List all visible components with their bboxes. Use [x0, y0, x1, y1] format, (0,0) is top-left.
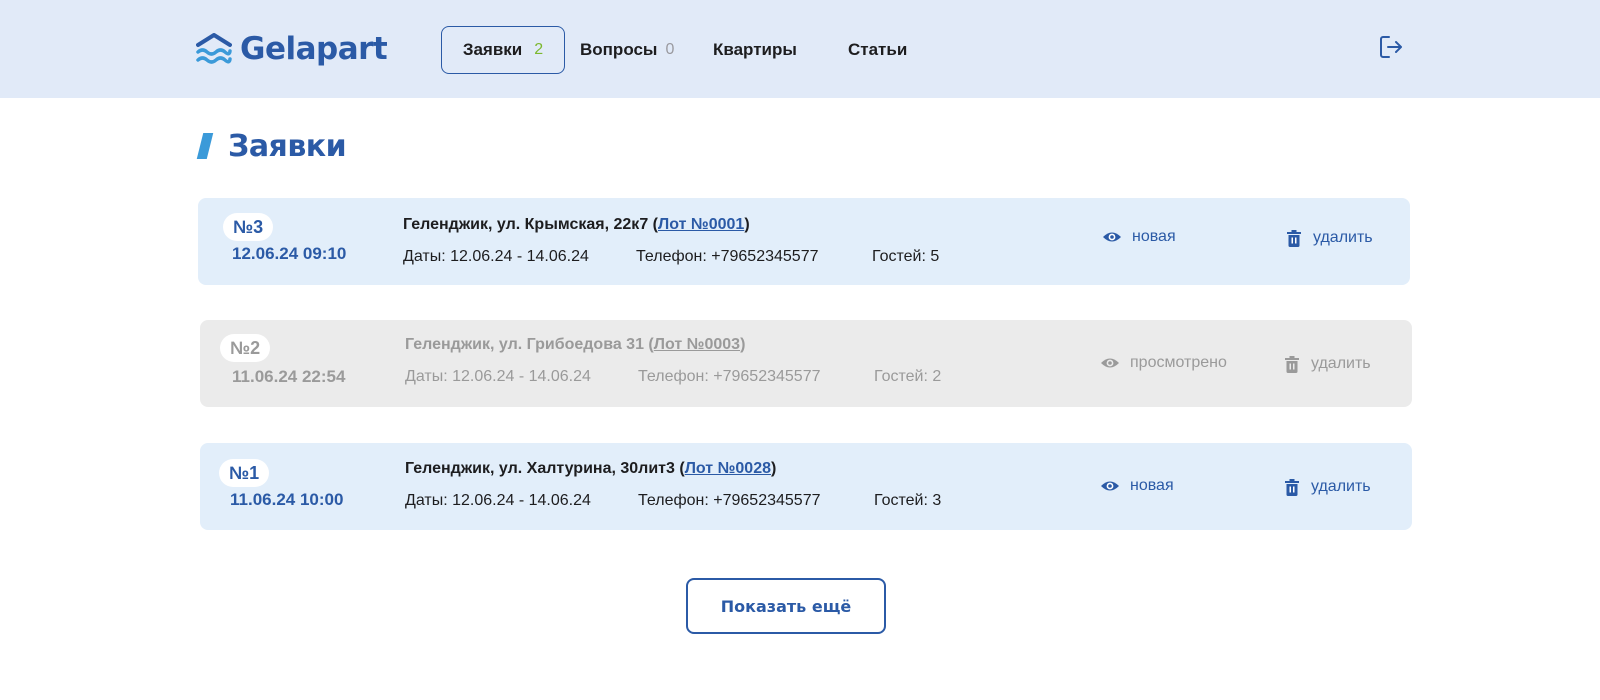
status-label: новая [1132, 228, 1176, 245]
nav-tab-questions[interactable]: Вопросы 0 [580, 26, 674, 74]
lot-link[interactable]: Лот №0001 [658, 216, 744, 233]
eye-icon [1103, 232, 1121, 242]
address-text: Геленджик, ул. Крымская, 22к7 [403, 216, 649, 233]
request-guests: Гостей: 2 [874, 368, 942, 385]
show-more-button[interactable]: Показать ещё [686, 578, 886, 634]
logo[interactable]: Gelapart [196, 29, 388, 69]
top-header: Gelapart Заявки 2 Вопросы 0 Квартиры Ста… [0, 0, 1600, 98]
request-card: №1 11.06.24 10:00 Геленджик, ул. Халтури… [200, 443, 1412, 530]
request-address: Геленджик, ул. Грибоедова 31 (Лот №0003) [405, 336, 746, 353]
request-guests: Гостей: 3 [874, 492, 942, 509]
delete-button[interactable]: удалить [1287, 229, 1373, 247]
status-label: новая [1130, 477, 1174, 494]
request-address: Геленджик, ул. Халтурина, 30лит3 (Лот №0… [405, 460, 777, 477]
request-number-badge: №2 [220, 334, 271, 362]
request-card: №2 11.06.24 22:54 Геленджик, ул. Грибоед… [200, 320, 1412, 407]
title-accent-slash [196, 133, 214, 159]
nav-tab-label: Квартиры [713, 40, 797, 59]
address-text: Геленджик, ул. Грибоедова 31 [405, 336, 644, 353]
page-title: Заявки [228, 128, 347, 164]
request-datetime: 11.06.24 22:54 [232, 367, 346, 386]
request-guests: Гостей: 5 [872, 248, 940, 265]
logout-icon[interactable] [1378, 34, 1404, 60]
request-datetime: 12.06.24 09:10 [232, 244, 347, 263]
status-label: просмотрено [1130, 354, 1227, 371]
nav-tab-label: Статьи [848, 40, 908, 59]
request-dates: Даты: 12.06.24 - 14.06.24 [405, 492, 591, 509]
page-title-wrap: Заявки [196, 126, 347, 166]
nav-tab-requests[interactable]: Заявки 2 [441, 26, 565, 74]
nav-tab-count: 0 [665, 41, 675, 58]
request-number-badge: №3 [223, 213, 274, 241]
eye-icon [1101, 358, 1119, 368]
delete-button[interactable]: удалить [1285, 355, 1371, 373]
status-badge: новая [1100, 477, 1174, 495]
request-phone: Телефон: +79652345577 [636, 248, 819, 265]
delete-button[interactable]: удалить [1285, 478, 1371, 496]
nav-tab-apartments[interactable]: Квартиры [713, 26, 797, 74]
eye-icon [1101, 481, 1119, 491]
request-card: №3 12.06.24 09:10 Геленджик, ул. Крымска… [198, 198, 1410, 285]
logo-text: Gelapart [240, 31, 388, 67]
delete-label: удалить [1313, 229, 1373, 246]
request-phone: Телефон: +79652345577 [638, 368, 821, 385]
nav-tab-label: Вопросы [580, 40, 658, 59]
lot-link[interactable]: Лот №0028 [685, 460, 771, 477]
trash-icon [1285, 478, 1299, 496]
request-number-badge: №1 [219, 459, 270, 487]
request-dates: Даты: 12.06.24 - 14.06.24 [403, 248, 589, 265]
trash-icon [1285, 355, 1299, 373]
request-datetime: 11.06.24 10:00 [230, 490, 344, 509]
nav-tab-label: Заявки [462, 40, 523, 59]
delete-label: удалить [1311, 478, 1371, 495]
nav-tab-count: 2 [534, 41, 544, 58]
status-badge: просмотрено [1100, 354, 1227, 372]
lot-link[interactable]: Лот №0003 [654, 336, 740, 353]
status-badge: новая [1102, 228, 1176, 246]
request-dates: Даты: 12.06.24 - 14.06.24 [405, 368, 591, 385]
request-address: Геленджик, ул. Крымская, 22к7 (Лот №0001… [403, 216, 750, 233]
address-text: Геленджик, ул. Халтурина, 30лит3 [405, 460, 675, 477]
trash-icon [1287, 229, 1301, 247]
nav-tab-articles[interactable]: Статьи [848, 26, 907, 74]
waves-roof-icon [196, 33, 232, 64]
request-phone: Телефон: +79652345577 [638, 492, 821, 509]
delete-label: удалить [1311, 355, 1371, 372]
